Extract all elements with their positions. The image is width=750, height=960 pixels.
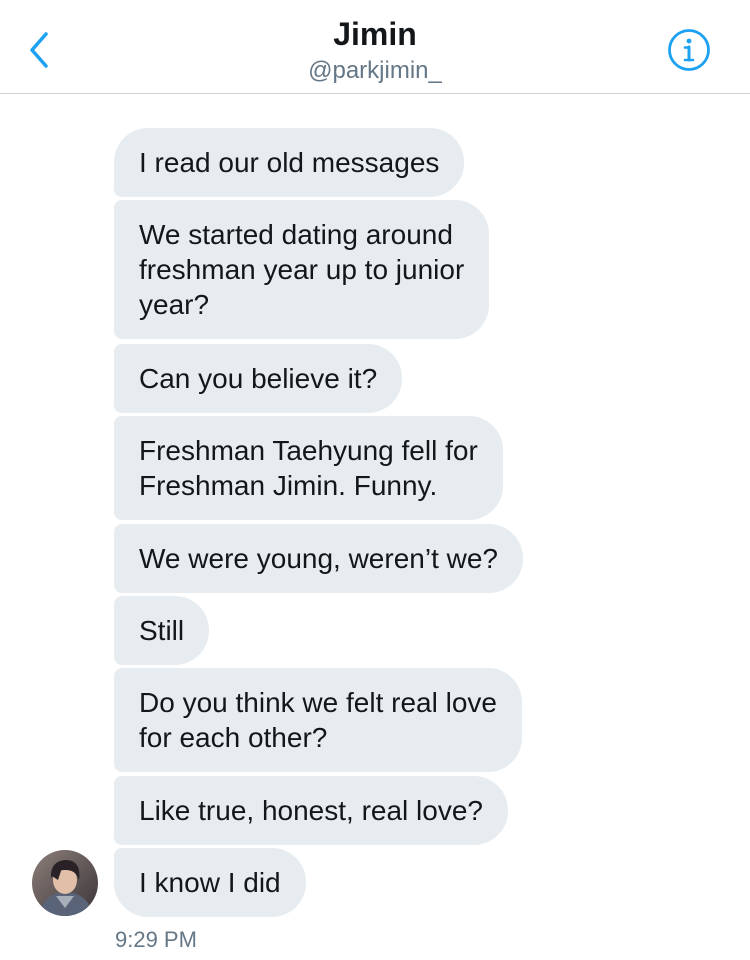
avatar[interactable] <box>32 850 98 916</box>
profile-photo <box>32 850 98 916</box>
message-bubble[interactable]: I know I did <box>114 848 306 917</box>
message-bubble[interactable]: I read our old messages <box>114 128 465 197</box>
message-bubble[interactable]: We started dating around freshman year u… <box>114 200 490 339</box>
message-timestamp: 9:29 PM <box>115 927 197 952</box>
info-icon <box>668 29 710 71</box>
conversation-header: Jimin @parkjimin_ <box>0 0 750 94</box>
info-button[interactable] <box>666 27 712 73</box>
message-bubble[interactable]: Like true, honest, real love? <box>114 776 508 845</box>
message-bubble[interactable]: Do you think we felt real love for each … <box>114 668 522 772</box>
conversation-title-block[interactable]: Jimin @parkjimin_ <box>0 14 750 86</box>
conversation-handle: @parkjimin_ <box>308 57 442 84</box>
message-thread[interactable]: I read our old messages We started datin… <box>0 94 750 960</box>
conversation-title: Jimin <box>333 16 417 52</box>
message-bubble[interactable]: Can you believe it? <box>114 344 403 413</box>
message-bubble[interactable]: We were young, weren’t we? <box>114 524 523 593</box>
message-bubble[interactable]: Still <box>114 596 210 665</box>
message-bubble[interactable]: Freshman Taehyung fell for Freshman Jimi… <box>114 416 503 520</box>
